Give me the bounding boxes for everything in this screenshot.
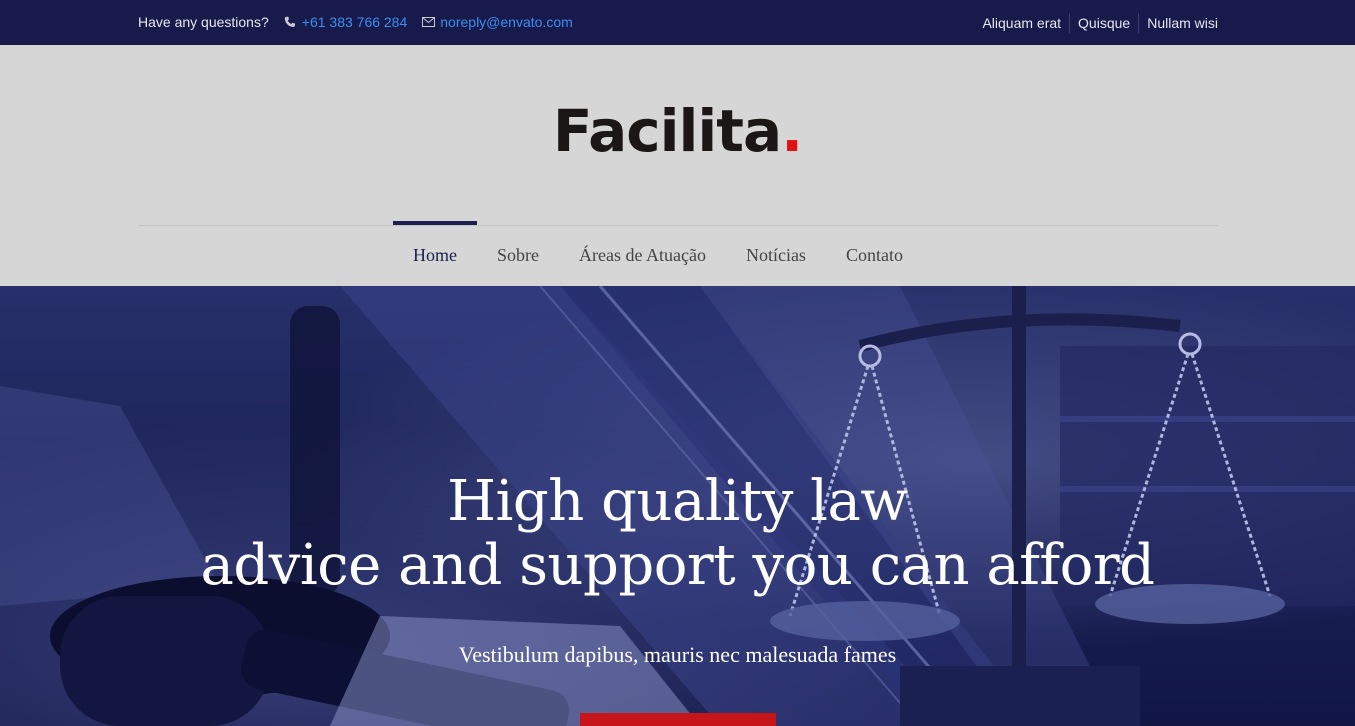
top-links: Aliquam erat Quisque Nullam wisi [982,13,1218,33]
site-header: Facilita. Home Sobre Áreas de Atuação No… [0,45,1355,286]
hero-cta-button[interactable] [580,713,776,726]
hero-title: High quality law advice and support you … [0,470,1355,598]
top-link-aliquam[interactable]: Aliquam erat [982,13,1069,33]
nav-item-noticias[interactable]: Notícias [726,221,826,265]
hero-subtitle: Vestibulum dapibus, mauris nec malesuada… [458,642,897,667]
email-link[interactable]: noreply@envato.com [421,14,573,30]
nav-item-sobre[interactable]: Sobre [477,221,559,265]
nav-item-contato[interactable]: Contato [826,221,923,265]
hero-title-line-2: advice and support you can afford [200,533,1155,598]
email-address[interactable]: noreply@envato.com [440,14,573,30]
phone-number[interactable]: +61 383 766 284 [302,14,408,30]
nav-item-areas[interactable]: Áreas de Atuação [559,221,726,265]
top-link-quisque[interactable]: Quisque [1069,13,1138,33]
questions-label: Have any questions? [138,14,269,30]
site-logo[interactable]: Facilita. [0,97,1355,165]
top-link-nullam[interactable]: Nullam wisi [1138,13,1218,33]
hero-banner: High quality law advice and support you … [0,286,1355,726]
main-nav: Home Sobre Áreas de Atuação Notícias Con… [393,221,923,265]
logo-dot: . [781,97,803,165]
envelope-icon [421,15,435,29]
hero-title-line-1: High quality law [447,469,908,534]
top-bar: Have any questions? +61 383 766 284 nore… [0,0,1355,45]
nav-item-home[interactable]: Home [393,221,477,265]
phone-link[interactable]: +61 383 766 284 [283,14,408,30]
phone-icon [283,15,297,29]
logo-text: Facilita [552,97,782,165]
contact-info: Have any questions? +61 383 766 284 nore… [138,14,573,30]
